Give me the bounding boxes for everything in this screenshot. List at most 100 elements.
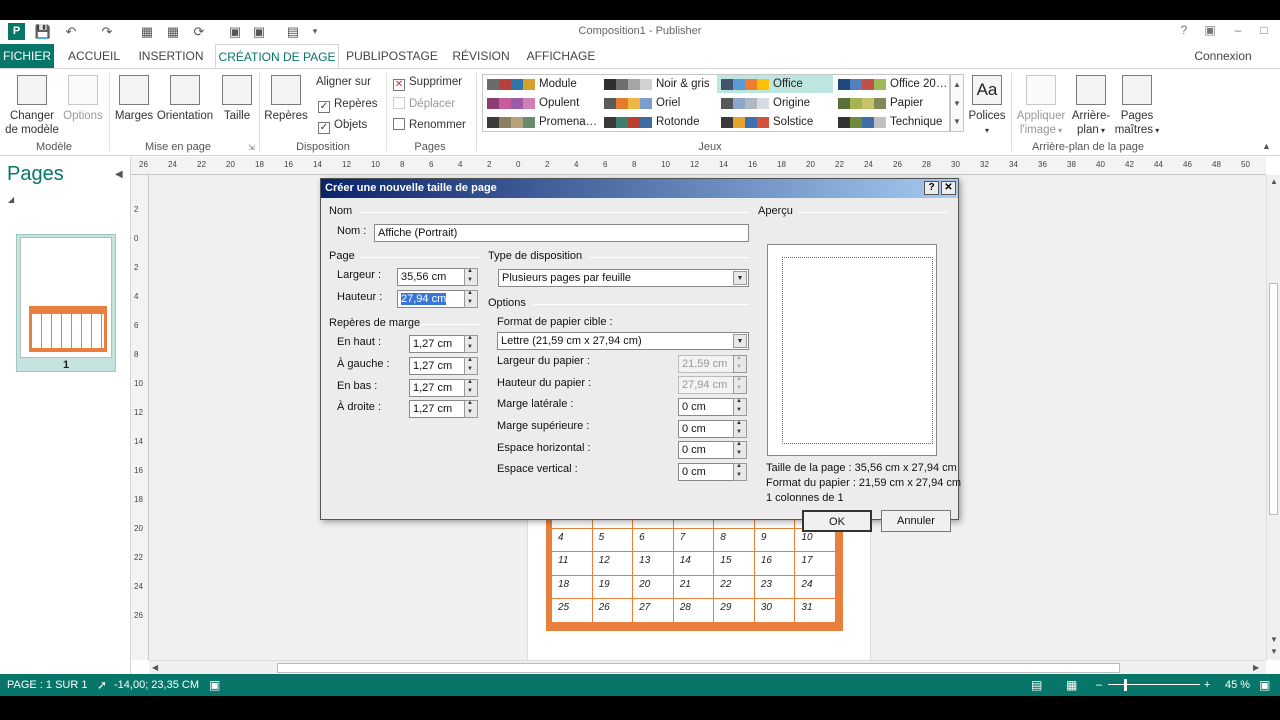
left-margin-field[interactable]: 1,27 cm <box>409 357 465 375</box>
paper-width-stepper[interactable] <box>733 355 747 373</box>
calendar-day-cell[interactable]: 19 <box>592 575 634 600</box>
width-stepper[interactable] <box>464 268 478 286</box>
gallery-down-icon[interactable]: ▼ <box>951 94 963 113</box>
page-indicator[interactable]: PAGE : 1 SUR 1 <box>7 674 88 696</box>
apply-image-button[interactable]: Appliquer l'image ▾ <box>1014 75 1068 138</box>
width-field[interactable]: 35,56 cm <box>397 268 465 286</box>
tab-accueil[interactable]: ACCUEIL <box>62 44 126 68</box>
calendar-day-cell[interactable]: 5 <box>592 528 634 553</box>
collapse-ribbon-icon[interactable]: ▲ <box>1262 141 1271 151</box>
calendar-day-cell[interactable]: 21 <box>673 575 715 600</box>
bring-forward-icon[interactable]: ▣ <box>226 23 244 40</box>
background-button[interactable]: Arrière- plan ▾ <box>1068 75 1114 138</box>
calendar-day-cell[interactable]: 25 <box>552 599 593 623</box>
maximize-icon[interactable]: □ <box>1252 23 1276 37</box>
scroll-up-icon[interactable]: ▲ <box>1270 177 1278 186</box>
rename-page-button[interactable]: Renommer <box>393 116 466 134</box>
single-page-view-icon[interactable]: ▤ <box>1031 674 1042 696</box>
top-paper-margin-stepper[interactable] <box>733 420 747 438</box>
gallery-scroll[interactable]: ▲ ▼ ▼ <box>950 74 964 132</box>
group-icon[interactable]: ▦ <box>138 23 156 40</box>
scheme-noir-gris[interactable]: Noir & gris <box>600 75 716 93</box>
vertical-gap-field[interactable]: 0 cm <box>678 463 734 481</box>
zoom-out-icon[interactable]: – <box>1096 674 1102 696</box>
send-backward-icon[interactable]: ▣ <box>250 23 268 40</box>
calendar-day-cell[interactable]: 4 <box>552 528 593 553</box>
rotate-icon[interactable]: ⟳ <box>190 23 208 40</box>
calendar-day-cell[interactable]: 28 <box>673 599 715 623</box>
calendar-day-cell[interactable]: 16 <box>754 552 796 576</box>
scroll-right-icon[interactable]: ▶ <box>1253 663 1259 672</box>
orientation-button[interactable]: Orientation <box>156 75 214 123</box>
right-margin-field[interactable]: 1,27 cm <box>409 400 465 418</box>
scheme-promenade[interactable]: Promena… <box>483 113 599 131</box>
name-field[interactable]: Affiche (Portrait) <box>374 224 749 242</box>
scheme-opulent[interactable]: Opulent <box>483 94 599 112</box>
paper-format-select[interactable]: Lettre (21,59 cm x 27,94 cm) ▼ <box>497 332 749 350</box>
calendar-day-cell[interactable]: 27 <box>633 599 674 623</box>
calendar[interactable]: 1234567891011121314151617181920212223242… <box>546 505 843 631</box>
page-thumbnail[interactable]: 1 <box>16 234 116 372</box>
signin-link[interactable]: Connexion <box>1188 44 1258 68</box>
tab-insertion[interactable]: INSERTION <box>134 44 208 68</box>
scheme-module[interactable]: Module <box>483 75 599 93</box>
help-icon[interactable]: ? <box>1172 23 1196 37</box>
horizontal-ruler[interactable]: 26 24 22 20 18 16 14 12 10 8 6 4 2 0 2 4 6 8 10 12 14 16 18 20 2… <box>131 157 1266 175</box>
minimize-icon[interactable]: – <box>1226 23 1250 37</box>
undo-icon[interactable]: ↶ <box>62 23 80 40</box>
scheme-rotonde[interactable]: Rotonde <box>600 113 716 131</box>
calendar-day-cell[interactable]: 30 <box>754 599 796 623</box>
calendar-day-cell[interactable]: 10 <box>795 528 836 553</box>
two-page-view-icon[interactable]: ▦ <box>1066 674 1077 696</box>
fonts-button[interactable]: Aa Polices ▾ <box>966 75 1008 138</box>
side-margin-field[interactable]: 0 cm <box>678 398 734 416</box>
calendar-day-cell[interactable]: 6 <box>633 528 674 553</box>
margins-button[interactable]: Marges <box>114 75 154 123</box>
move-page-button[interactable]: Déplacer <box>393 95 455 113</box>
tab-publipostage[interactable]: PUBLIPOSTAGE <box>346 44 438 68</box>
gallery-up-icon[interactable]: ▲ <box>951 75 963 94</box>
snap-objects-checkbox[interactable]: ✓ Objets <box>318 116 367 134</box>
dialog-launcher-icon[interactable]: ⇲ <box>248 143 255 152</box>
calendar-day-cell[interactable]: 20 <box>633 575 674 600</box>
calendar-day-cell[interactable]: 7 <box>673 528 715 553</box>
calendar-day-cell[interactable]: 8 <box>714 528 755 553</box>
calendar-day-cell[interactable]: 13 <box>633 552 674 576</box>
calendar-day-cell[interactable]: 26 <box>592 599 634 623</box>
layout-type-select[interactable]: Plusieurs pages par feuille ▼ <box>498 269 749 287</box>
calendar-day-cell[interactable]: 18 <box>552 575 593 600</box>
scheme-origine[interactable]: Origine <box>717 94 833 112</box>
scheme-technique[interactable]: Technique <box>834 113 949 131</box>
print-preview-icon[interactable]: ▤ <box>284 23 302 40</box>
scheme-office[interactable]: Office <box>717 75 833 93</box>
right-margin-stepper[interactable] <box>464 400 478 418</box>
top-margin-field[interactable]: 1,27 cm <box>409 335 465 353</box>
calendar-day-cell[interactable]: 22 <box>714 575 755 600</box>
calendar-day-cell[interactable]: 29 <box>714 599 755 623</box>
ungroup-icon[interactable]: ▦ <box>164 23 182 40</box>
horizontal-gap-field[interactable]: 0 cm <box>678 441 734 459</box>
tab-revision[interactable]: RÉVISION <box>448 44 514 68</box>
tab-affichage[interactable]: AFFICHAGE <box>522 44 600 68</box>
calendar-day-cell[interactable]: 17 <box>795 552 836 576</box>
calendar-day-cell[interactable]: 11 <box>552 552 593 576</box>
calendar-day-cell[interactable]: 12 <box>592 552 634 576</box>
customize-qat-icon[interactable]: ▾ <box>306 23 324 40</box>
change-template-button[interactable]: Changer de modèle <box>4 75 60 137</box>
calendar-day-cell[interactable]: 15 <box>714 552 755 576</box>
zoom-slider-thumb[interactable] <box>1124 679 1127 691</box>
vertical-gap-stepper[interactable] <box>733 463 747 481</box>
top-margin-stepper[interactable] <box>464 335 478 353</box>
master-pages-button[interactable]: Pages maîtres ▾ <box>1114 75 1160 138</box>
bottom-margin-field[interactable]: 1,27 cm <box>409 379 465 397</box>
scheme-solstice[interactable]: Solstice <box>717 113 833 131</box>
save-icon[interactable]: 💾 <box>34 23 52 40</box>
redo-icon[interactable]: ↷ <box>98 23 116 40</box>
left-margin-stepper[interactable] <box>464 357 478 375</box>
guides-button[interactable]: Repères <box>264 75 308 123</box>
expand-section-icon[interactable]: ◢ <box>8 195 14 204</box>
horizontal-scroll-thumb[interactable] <box>277 663 1120 673</box>
dialog-close-icon[interactable]: ✕ <box>941 181 956 195</box>
dialog-help-icon[interactable]: ? <box>924 181 939 195</box>
paper-width-field[interactable]: 21,59 cm <box>678 355 734 373</box>
